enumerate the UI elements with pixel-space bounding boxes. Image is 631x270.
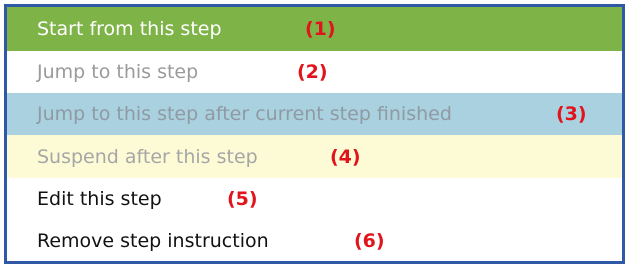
- menu-item-label: Edit this step: [37, 188, 162, 210]
- annotation-number: (4): [330, 145, 361, 168]
- menu-item-jump-after-current-step[interactable]: Jump to this step after current step fin…: [7, 93, 622, 135]
- menu-item-label: Jump to this step after current step fin…: [37, 103, 452, 125]
- context-menu: Start from this step (1) Jump to this st…: [4, 4, 625, 264]
- annotation-number: (1): [305, 18, 336, 40]
- menu-item-label: Jump to this step: [37, 61, 199, 83]
- annotation-number: (3): [556, 103, 587, 125]
- menu-item-edit-this-step[interactable]: Edit this step (5): [7, 178, 622, 220]
- menu-item-label: Suspend after this step: [37, 145, 258, 168]
- menu-item-jump-to-this-step[interactable]: Jump to this step (2): [7, 51, 622, 93]
- annotation-number: (5): [227, 188, 258, 210]
- menu-item-remove-step-instruction[interactable]: Remove step instruction (6): [7, 220, 622, 261]
- menu-item-start-from-this-step[interactable]: Start from this step (1): [7, 7, 622, 51]
- annotation-number: (6): [354, 229, 385, 252]
- menu-item-label: Remove step instruction: [37, 229, 269, 252]
- menu-item-label: Start from this step: [37, 18, 222, 40]
- annotation-number: (2): [297, 61, 328, 83]
- menu-item-suspend-after-this-step[interactable]: Suspend after this step (4): [7, 135, 622, 178]
